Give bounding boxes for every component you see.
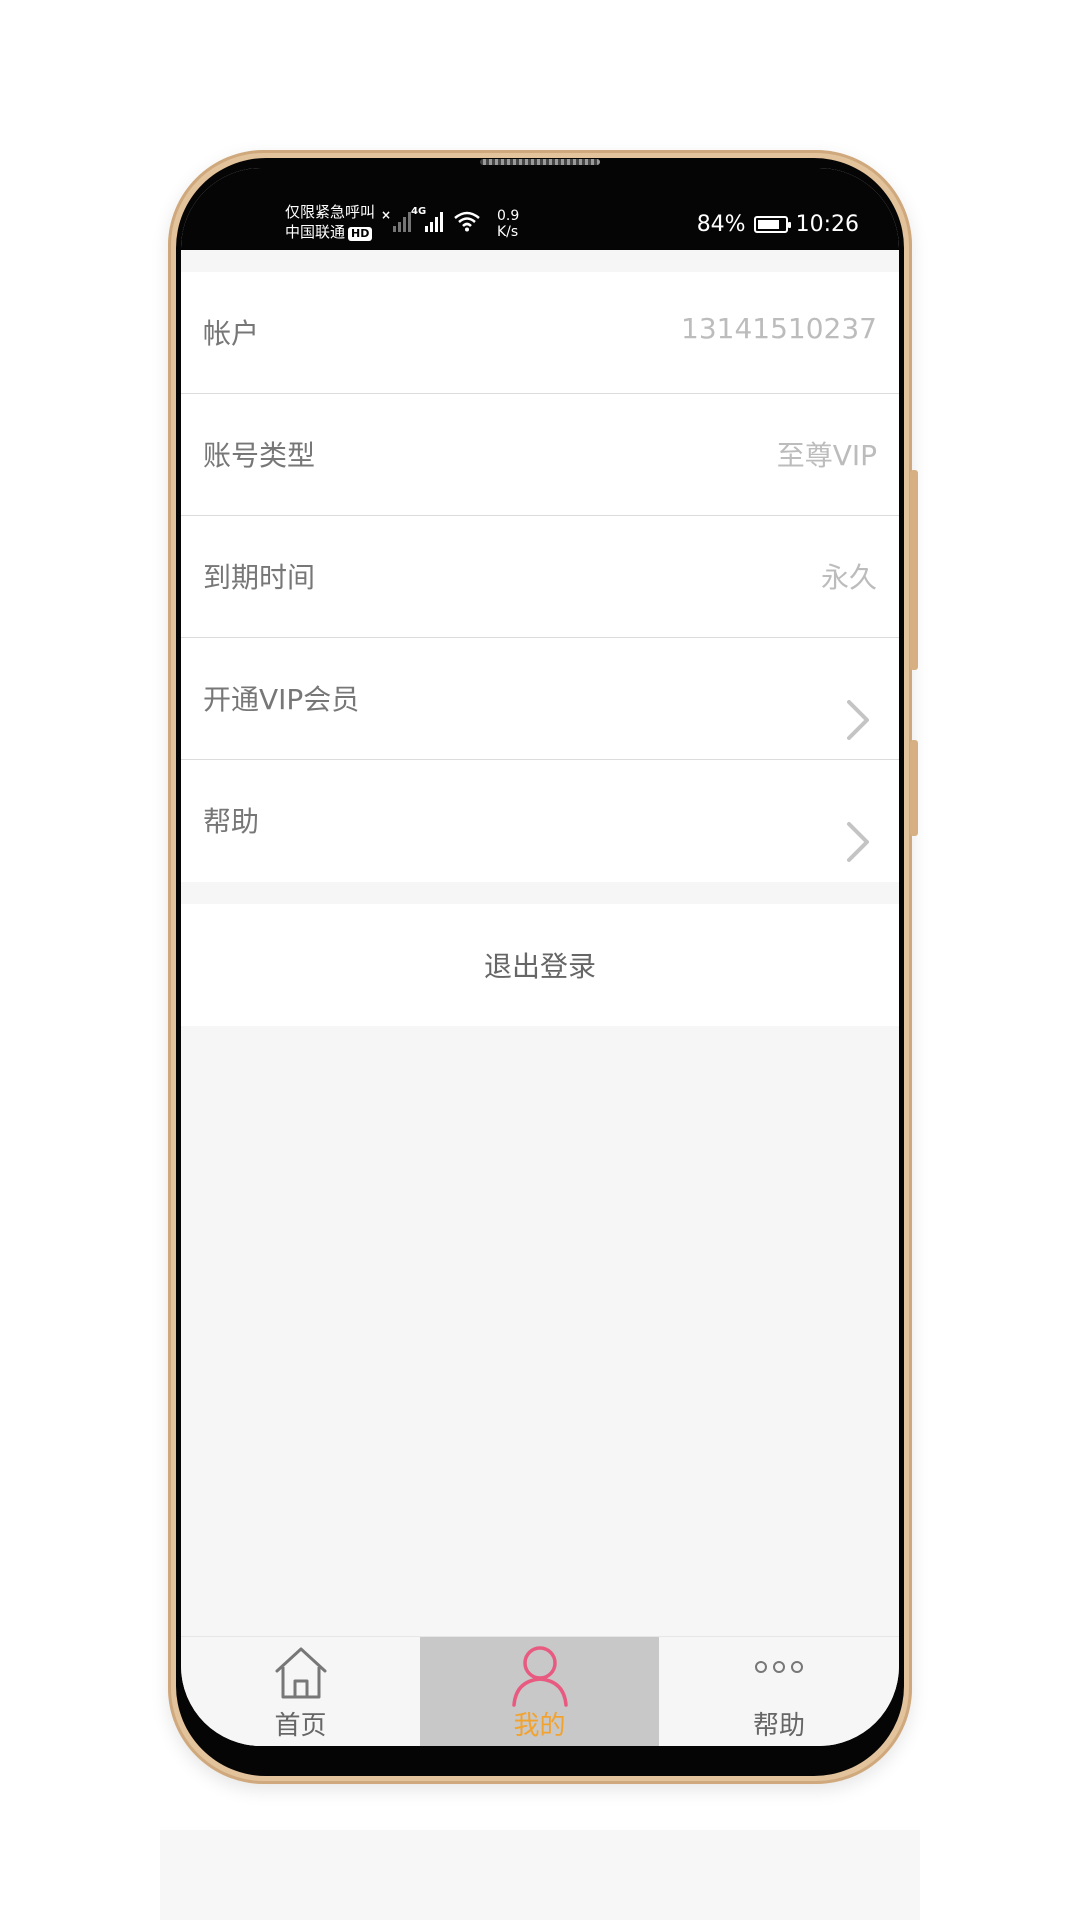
row-label-help: 帮助 (203, 805, 260, 838)
help-row[interactable]: 帮助 (181, 760, 899, 882)
tab-help[interactable]: 帮助 (659, 1637, 899, 1746)
net-speed-unit: K/s (497, 224, 519, 240)
network-type: 4G (411, 206, 427, 217)
clock: 10:26 (795, 212, 859, 237)
carrier-info: 仅限紧急呼叫 中国联通 HD (285, 202, 375, 242)
expiry-row: 到期时间 永久 (181, 516, 899, 638)
speaker-grille (480, 159, 600, 165)
open-vip-row[interactable]: 开通VIP会员 (181, 638, 899, 760)
net-speed-value: 0.9 (497, 208, 520, 224)
background-strip (160, 1830, 920, 1920)
tab-label-help: 帮助 (752, 1711, 805, 1741)
carrier-line-name: 中国联通 HD (285, 222, 375, 242)
account-list: 帐户 13141510237 账号类型 至尊VIP 到期时间 永久 开通VIP会… (181, 272, 899, 882)
account-row: 帐户 13141510237 (181, 272, 899, 394)
row-label-expiry: 到期时间 (203, 561, 316, 594)
signal-4g-icon: 4G (411, 206, 445, 232)
row-label-account-type: 账号类型 (203, 439, 316, 472)
row-label-open-vip: 开通VIP会员 (203, 683, 360, 716)
row-value-account: 13141510237 (681, 312, 877, 345)
carrier-name: 中国联通 (285, 223, 346, 241)
chevron-right-icon (847, 822, 869, 862)
home-icon (275, 1647, 326, 1699)
volume-button (910, 470, 918, 670)
logout-button[interactable]: 退出登录 (181, 904, 899, 1026)
battery-percent: 84% (696, 212, 746, 237)
phone-screen: 仅限紧急呼叫 中国联通 HD × 4G 0.9 K/s 84% 10:26 帐户… (181, 168, 899, 1746)
tab-label-home: 首页 (274, 1711, 327, 1741)
signal-sim1-icon: × (381, 208, 413, 232)
row-label-account: 帐户 (203, 317, 260, 350)
more-dots-icon (755, 1661, 803, 1673)
power-button (910, 740, 918, 836)
row-value-expiry: 永久 (820, 561, 877, 594)
carrier-line-emergency: 仅限紧急呼叫 (285, 203, 376, 221)
signal-indicators: × 4G (381, 206, 481, 232)
wifi-icon (454, 211, 480, 232)
tab-mine[interactable]: 我的 (420, 1637, 659, 1746)
hd-badge: HD (348, 227, 373, 241)
user-icon (511, 1646, 568, 1707)
net-speed: 0.9 K/s (497, 208, 519, 240)
bottom-tab-bar: 首页 我的 帮助 (181, 1636, 899, 1746)
row-value-account-type: 至尊VIP (776, 439, 877, 472)
logout-label: 退出登录 (483, 950, 596, 983)
status-right: 84% 10:26 (697, 212, 859, 237)
no-signal-x-icon: × (381, 208, 392, 222)
status-bar: 仅限紧急呼叫 中国联通 HD × 4G 0.9 K/s 84% 10:26 (181, 168, 899, 250)
account-type-row: 账号类型 至尊VIP (181, 394, 899, 516)
battery-icon (753, 216, 791, 233)
chevron-right-icon (847, 700, 869, 740)
tab-label-mine: 我的 (513, 1711, 566, 1741)
tab-home[interactable]: 首页 (181, 1637, 420, 1746)
